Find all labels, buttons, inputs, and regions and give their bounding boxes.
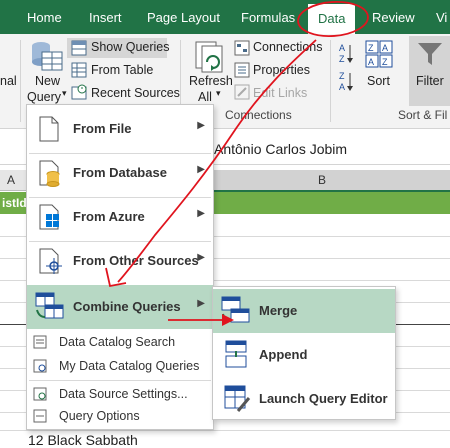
catalog-queries-icon bbox=[33, 359, 47, 373]
menu-item-label: My Data Catalog Queries bbox=[59, 359, 200, 373]
recent-sources-icon bbox=[71, 84, 87, 100]
submenu-arrow-icon: ▶ bbox=[197, 120, 205, 131]
show-queries-icon bbox=[71, 40, 87, 56]
submenu-item-append[interactable]: Append bbox=[213, 333, 395, 377]
menu-item-label: From Azure bbox=[73, 209, 145, 224]
menu-item-data-source-settings[interactable]: Data Source Settings... bbox=[27, 383, 213, 405]
group-label-sort-filter: Sort & Fil bbox=[398, 108, 448, 122]
from-table-label: From Table bbox=[91, 63, 154, 77]
tab-view[interactable]: Vi bbox=[436, 10, 447, 25]
table-header-cell[interactable]: istId bbox=[2, 196, 27, 210]
submenu-item-merge[interactable]: Merge bbox=[213, 289, 395, 333]
menu-item-my-catalog-queries[interactable]: My Data Catalog Queries bbox=[27, 355, 213, 377]
menu-item-label: From File bbox=[73, 121, 132, 136]
menu-item-label: From Database bbox=[73, 165, 167, 180]
svg-text:Z: Z bbox=[339, 54, 345, 64]
show-queries-label: Show Queries bbox=[91, 40, 170, 54]
column-header-b[interactable] bbox=[212, 170, 450, 192]
svg-text:Z: Z bbox=[339, 71, 345, 81]
connections-icon bbox=[234, 40, 250, 56]
edit-links-label: Edit Links bbox=[253, 86, 308, 100]
query-editor-icon bbox=[224, 385, 251, 412]
tab-insert[interactable]: Insert bbox=[89, 10, 122, 25]
column-header-a-label: A bbox=[7, 173, 16, 187]
menu-item-combine-queries[interactable]: Combine Queries ▶ bbox=[27, 285, 213, 329]
ribbon-tab-bar: Home Insert Page Layout Formulas Data Re… bbox=[0, 0, 450, 34]
menu-item-label: Combine Queries bbox=[73, 299, 181, 314]
settings-icon bbox=[33, 387, 47, 401]
combine-icon bbox=[35, 292, 64, 319]
menu-item-label: Data Source Settings... bbox=[59, 387, 188, 401]
menu-divider bbox=[29, 380, 211, 381]
submenu-item-label: Merge bbox=[259, 303, 298, 318]
svg-text:Z: Z bbox=[368, 43, 374, 53]
refresh-label-2: All bbox=[198, 90, 212, 104]
combine-queries-submenu: Merge Append Launch Query Editor bbox=[212, 286, 396, 420]
new-query-label: New bbox=[35, 74, 61, 88]
sort-az-icon: A Z bbox=[339, 43, 353, 64]
column-header-b-label: B bbox=[318, 173, 327, 187]
formula-bar-value: Antônio Carlos Jobim bbox=[214, 141, 348, 157]
svg-text:Z: Z bbox=[382, 57, 388, 67]
grid-line bbox=[0, 430, 450, 431]
submenu-item-label: Append bbox=[259, 347, 308, 362]
filter-label: Filter bbox=[416, 74, 444, 88]
database-icon bbox=[39, 160, 60, 187]
submenu-arrow-icon: ▶ bbox=[197, 298, 205, 309]
menu-item-query-options[interactable]: Query Options bbox=[27, 405, 213, 427]
chevron-down-icon: ▾ bbox=[62, 88, 67, 98]
new-query-label-2: Query bbox=[27, 90, 62, 104]
submenu-arrow-icon: ▶ bbox=[197, 164, 205, 175]
properties-icon bbox=[234, 62, 250, 78]
refresh-icon bbox=[195, 41, 223, 73]
chevron-down-icon: ▾ bbox=[216, 88, 221, 98]
ribbon-divider bbox=[20, 40, 21, 122]
catalog-search-icon bbox=[33, 335, 47, 349]
tab-data[interactable]: Data bbox=[308, 4, 356, 34]
ribbon-divider bbox=[330, 40, 331, 122]
menu-item-label: Query Options bbox=[59, 409, 140, 423]
submenu-arrow-icon: ▶ bbox=[197, 208, 205, 219]
properties-label: Properties bbox=[253, 63, 310, 77]
file-icon bbox=[39, 116, 59, 142]
svg-text:A: A bbox=[339, 43, 345, 53]
tab-home[interactable]: Home bbox=[27, 10, 62, 25]
azure-icon bbox=[39, 204, 59, 230]
append-icon bbox=[225, 340, 247, 368]
refresh-label: Refresh bbox=[189, 74, 233, 88]
svg-text:A: A bbox=[368, 57, 374, 67]
new-query-menu: From File ▶ From Database ▶ From Azure ▶ bbox=[26, 104, 214, 430]
submenu-arrow-icon: ▶ bbox=[197, 252, 205, 263]
recent-sources-label: Recent Sources bbox=[91, 86, 180, 100]
menu-item-label: From Other Sources bbox=[73, 253, 199, 268]
sort-label: Sort bbox=[367, 74, 390, 88]
menu-item-from-azure[interactable]: From Azure ▶ bbox=[27, 195, 213, 239]
group-label-connections: Connections bbox=[225, 108, 292, 122]
submenu-item-label: Launch Query Editor bbox=[259, 391, 388, 406]
sort-za-icon: Z A bbox=[339, 71, 353, 92]
edit-links-icon bbox=[234, 84, 250, 100]
tab-page-layout[interactable]: Page Layout bbox=[147, 10, 220, 25]
tab-formulas[interactable]: Formulas bbox=[241, 10, 295, 25]
other-sources-icon bbox=[39, 248, 62, 274]
menu-item-data-catalog-search[interactable]: Data Catalog Search bbox=[27, 331, 213, 353]
new-query-icon bbox=[32, 42, 63, 71]
tab-review[interactable]: Review bbox=[372, 10, 415, 25]
svg-text:A: A bbox=[339, 82, 345, 92]
menu-item-label: Data Catalog Search bbox=[59, 335, 176, 349]
partial-label: nal bbox=[0, 74, 17, 88]
svg-text:A: A bbox=[382, 43, 388, 53]
submenu-item-launch-query-editor[interactable]: Launch Query Editor bbox=[213, 377, 395, 421]
sort-icon: Z A A Z bbox=[365, 40, 393, 68]
options-icon bbox=[33, 409, 47, 423]
menu-item-from-file[interactable]: From File ▶ bbox=[27, 107, 213, 151]
merge-icon bbox=[221, 296, 250, 323]
table-icon bbox=[71, 62, 87, 78]
filter-icon bbox=[418, 43, 442, 65]
table-row[interactable]: 12 Black Sabbath bbox=[28, 432, 138, 448]
menu-item-from-database[interactable]: From Database ▶ bbox=[27, 151, 213, 195]
menu-item-from-other-sources[interactable]: From Other Sources ▶ bbox=[27, 239, 213, 283]
connections-label: Connections bbox=[253, 40, 323, 54]
